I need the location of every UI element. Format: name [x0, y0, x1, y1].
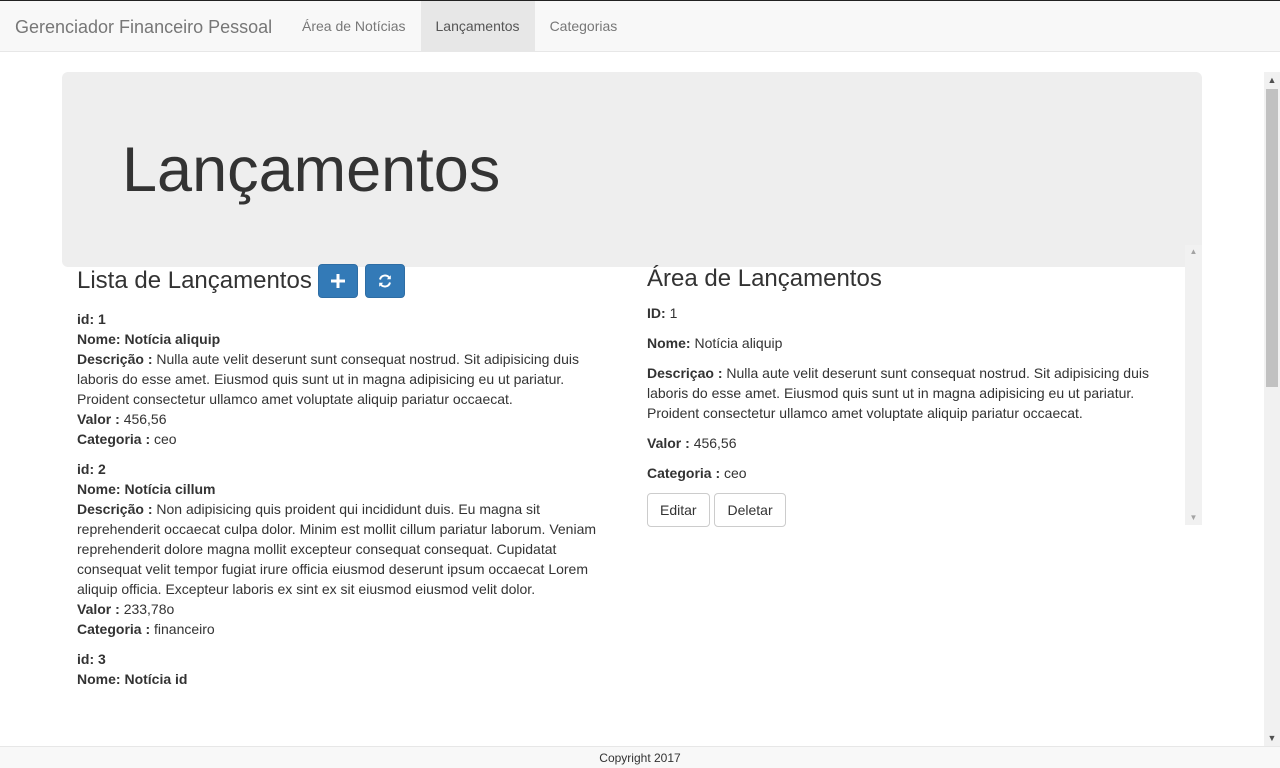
nome-label: Nome:: [77, 671, 121, 687]
id-value: 2: [98, 461, 106, 477]
footer: Copyright 2017: [0, 746, 1280, 768]
nome-label: Nome:: [77, 331, 121, 347]
list-body: id: 1 Nome: Notícia aliquip Descrição : …: [77, 309, 617, 689]
nome-value: Notícia cillum: [124, 481, 216, 497]
detail-descricao-label: Descriçao :: [647, 365, 723, 381]
detail-descricao-value: Nulla aute velit deserunt sunt consequat…: [647, 365, 1149, 421]
descricao-value: Nulla aute velit deserunt sunt consequat…: [77, 351, 579, 407]
valor-label: Valor :: [77, 411, 120, 427]
categoria-label: Categoria :: [77, 431, 151, 447]
delete-button[interactable]: Deletar: [714, 493, 786, 527]
nome-value: Notícia aliquip: [124, 331, 221, 347]
categoria-label: Categoria :: [77, 621, 151, 637]
scrollbar-thumb[interactable]: [1266, 89, 1278, 387]
detail-valor-value: 456,56: [693, 435, 737, 451]
scroll-down-arrow-icon[interactable]: ▼: [1264, 730, 1280, 746]
nav-menu: Área de Notícias Lançamentos Categorias: [287, 1, 632, 52]
valor-value: 456,56: [123, 411, 167, 427]
add-button[interactable]: [317, 264, 358, 298]
detail-nome-label: Nome:: [647, 335, 691, 351]
list-item[interactable]: id: 1 Nome: Notícia aliquip Descrição : …: [77, 309, 617, 449]
valor-label: Valor :: [77, 601, 120, 617]
plus-icon: [330, 274, 345, 288]
navbar-brand[interactable]: Gerenciador Financeiro Pessoal: [15, 17, 272, 37]
descricao-label: Descrição :: [77, 351, 153, 367]
nav-item-noticias[interactable]: Área de Notícias: [287, 1, 421, 52]
id-label: id:: [77, 651, 95, 667]
nome-value: Notícia id: [124, 671, 188, 687]
descricao-value: Non adipisicing quis proident qui incidi…: [77, 501, 597, 597]
list-item[interactable]: id: 3 Nome: Notícia id: [77, 649, 617, 689]
top-navbar: Gerenciador Financeiro Pessoal Área de N…: [0, 0, 1280, 52]
scroll-down-arrow-icon[interactable]: ▼: [1185, 511, 1202, 525]
detail-panel: Área de Lançamentos ID: 1 Nome: Notícia …: [632, 245, 1202, 527]
list-item[interactable]: id: 2 Nome: Notícia cillum Descrição : N…: [77, 459, 617, 639]
categoria-value: ceo: [154, 431, 177, 447]
detail-actions: Editar Deletar: [647, 493, 1167, 527]
id-label: id:: [77, 311, 95, 327]
edit-button[interactable]: Editar: [647, 493, 710, 527]
refresh-button[interactable]: [364, 264, 405, 298]
page-scrollbar[interactable]: ▲ ▼: [1264, 72, 1280, 746]
detail-id-value: 1: [669, 305, 678, 321]
detail-nome-value: Notícia aliquip: [694, 335, 783, 351]
refresh-icon: [378, 274, 391, 288]
detail-valor-label: Valor :: [647, 435, 690, 451]
nav-item-categorias[interactable]: Categorias: [535, 1, 633, 52]
id-value: 1: [98, 311, 106, 327]
copyright-text: Copyright 2017: [599, 751, 681, 765]
detail-id-label: ID:: [647, 305, 666, 321]
nome-label: Nome:: [77, 481, 121, 497]
nav-item-lancamentos[interactable]: Lançamentos: [420, 1, 535, 52]
scroll-up-arrow-icon[interactable]: ▲: [1264, 72, 1280, 88]
detail-content: Área de Lançamentos ID: 1 Nome: Notícia …: [647, 265, 1167, 527]
id-value: 3: [98, 651, 106, 667]
id-label: id:: [77, 461, 95, 477]
list-header: Lista de Lançamentos: [77, 262, 617, 300]
lancamentos-list: Lista de Lançamentos id: 1 Nome: Notícia…: [77, 262, 617, 699]
list-title: Lista de Lançamentos: [77, 267, 312, 294]
page-title: Lançamentos: [122, 135, 501, 205]
descricao-label: Descrição :: [77, 501, 153, 517]
categoria-value: financeiro: [154, 621, 215, 637]
jumbotron: Lançamentos: [62, 72, 1202, 267]
panel-scrollbar[interactable]: ▲ ▼: [1185, 245, 1202, 525]
detail-categoria-value: ceo: [724, 465, 747, 481]
detail-categoria-label: Categoria :: [647, 465, 721, 481]
valor-value: 233,78o: [123, 601, 175, 617]
detail-title: Área de Lançamentos: [647, 265, 882, 292]
scroll-up-arrow-icon[interactable]: ▲: [1185, 245, 1202, 259]
